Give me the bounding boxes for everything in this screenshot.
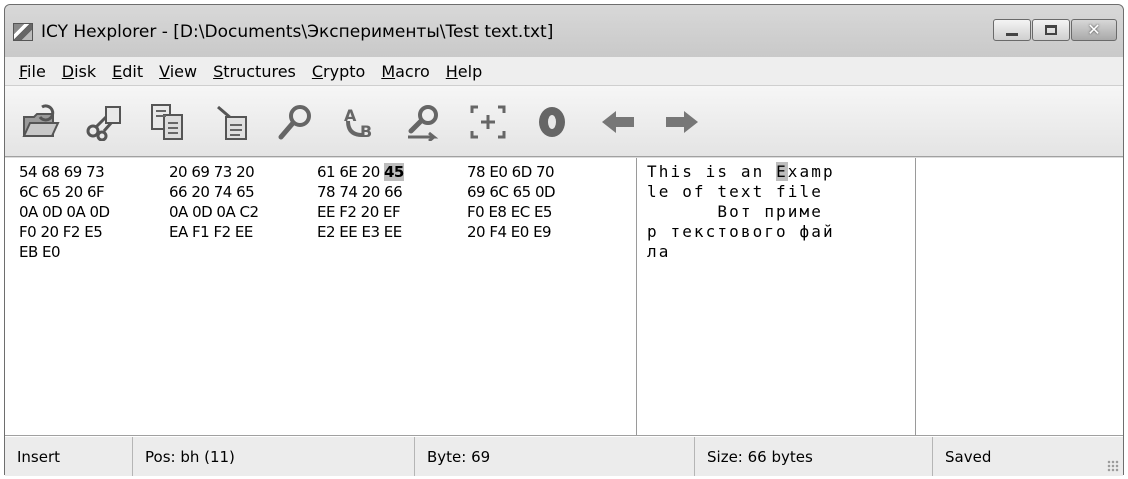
text-run: This is an (647, 162, 777, 181)
hex-group[interactable]: EB E0 (19, 242, 61, 262)
status-position: Pos: bh (11) (133, 437, 415, 476)
editor-area: 54 68 69 73 20 69 73 20 61 6E 20 45 78 E… (5, 158, 1123, 436)
menu-file-label: ile (27, 61, 46, 81)
replace-icon: A B (344, 106, 372, 141)
minimize-button[interactable] (993, 19, 1031, 41)
hex-group[interactable]: 0A 0D 0A C2 (169, 202, 259, 222)
cut-icon (86, 105, 122, 141)
menu-help-label: elp (457, 61, 483, 81)
menu-macro-label: acro (395, 61, 430, 81)
hex-group[interactable]: 66 20 74 65 (169, 182, 255, 202)
hex-selected-byte[interactable]: 45 (384, 163, 404, 181)
hex-group[interactable]: F0 E8 EC E5 (467, 202, 552, 222)
hex-group[interactable]: 78 E0 6D 70 (467, 162, 555, 182)
menu-disk-label: isk (74, 61, 97, 81)
hex-pane[interactable]: 54 68 69 73 20 69 73 20 61 6E 20 45 78 E… (5, 158, 636, 435)
hex-group[interactable]: 0A 0D 0A 0D (19, 202, 110, 222)
menu-crypto[interactable]: Crypto (312, 62, 365, 81)
back-button[interactable] (597, 102, 639, 142)
text-run: xamp (787, 162, 835, 181)
minimize-icon (1006, 32, 1018, 36)
find-next-button[interactable] (403, 102, 445, 142)
hex-group[interactable]: 61 6E 20 45 (317, 162, 404, 182)
hex-group[interactable]: EE F2 20 EF (317, 202, 401, 222)
copy-button[interactable] (147, 102, 189, 142)
status-saved: Saved (945, 447, 992, 466)
menu-edit[interactable]: Edit (112, 62, 143, 81)
close-button[interactable]: ✕ (1071, 19, 1117, 41)
hex-group[interactable]: F0 20 F2 E5 (19, 222, 103, 242)
hex-group[interactable]: E2 EE E3 EE (317, 222, 402, 242)
maximize-button[interactable] (1032, 19, 1070, 41)
status-size: Size: 66 bytes (695, 437, 933, 476)
replace-button[interactable]: A B (339, 102, 381, 142)
resize-grip-icon[interactable] (1107, 460, 1119, 472)
hex-group[interactable]: 54 68 69 73 (19, 162, 105, 182)
hex-group[interactable]: EA F1 F2 EE (169, 222, 253, 242)
toolbar: A B (5, 85, 1123, 157)
goto-offset-icon (470, 105, 506, 139)
menu-view[interactable]: View (159, 62, 197, 81)
menu-disk[interactable]: Disk (62, 62, 96, 81)
text-row: This is an Examp (647, 162, 835, 182)
text-row: le of text file (647, 182, 823, 201)
menu-edit-accel: E (112, 61, 123, 81)
menu-structures-accel: S (213, 61, 224, 81)
menu-structures[interactable]: Structures (213, 62, 296, 81)
hex-group[interactable]: 20 F4 E0 E9 (467, 222, 552, 242)
menu-crypto-accel: C (311, 61, 324, 81)
record-button[interactable] (531, 102, 573, 142)
menu-help-accel: H (445, 61, 458, 81)
back-arrow-icon (602, 111, 634, 133)
hex-group[interactable]: 6C 65 20 6F (19, 182, 105, 202)
menu-crypto-label: rypto (323, 61, 366, 81)
close-icon: ✕ (1087, 20, 1101, 39)
open-folder-icon (22, 104, 60, 137)
copy-icon (151, 104, 183, 140)
status-bar: Insert Pos: bh (11) Byte: 69 Size: 66 by… (5, 436, 1123, 476)
goto-offset-button[interactable] (467, 102, 509, 142)
status-mode: Insert (5, 437, 133, 476)
hex-group[interactable]: 69 6C 65 0D (467, 182, 556, 202)
forward-button[interactable] (661, 102, 703, 142)
menu-view-accel: V (159, 61, 170, 81)
menu-edit-label: dit (122, 61, 144, 81)
maximize-icon (1045, 25, 1057, 35)
forward-arrow-icon (666, 111, 698, 133)
hex-bytes: 61 6E 20 (317, 163, 384, 181)
menu-bar: File Disk Edit View Structures Crypto Ma… (5, 57, 1123, 85)
cut-button[interactable] (83, 102, 125, 142)
text-pane[interactable]: This is an Examp le of text file Вот при… (636, 158, 916, 435)
paste-icon (217, 105, 247, 140)
find-icon (278, 105, 311, 140)
record-icon (539, 107, 565, 137)
find-next-icon (408, 105, 439, 141)
text-row: Вот приме (647, 202, 823, 221)
menu-macro-accel: M (381, 61, 396, 81)
hex-group[interactable]: 20 69 73 20 (169, 162, 255, 182)
app-window: ICY Hexplorer - [D:\Documents\Эксперимен… (4, 4, 1124, 476)
menu-file[interactable]: File (19, 62, 46, 81)
menu-help[interactable]: Help (446, 62, 482, 81)
svg-text:B: B (360, 122, 372, 141)
menu-view-label: iew (169, 61, 198, 81)
text-row: ла (647, 242, 671, 261)
title-bar[interactable]: ICY Hexplorer - [D:\Documents\Эксперимен… (5, 5, 1123, 57)
text-row: р текстового фай (647, 222, 835, 241)
app-icon[interactable] (13, 23, 33, 41)
menu-file-accel: F (19, 61, 28, 81)
text-selected-char[interactable]: E (776, 162, 788, 181)
hex-group[interactable]: 78 74 20 66 (317, 182, 403, 202)
status-byte: Byte: 69 (415, 437, 695, 476)
open-button[interactable] (19, 102, 61, 142)
window-title: ICY Hexplorer - [D:\Documents\Эксперимен… (41, 22, 554, 42)
menu-structures-label: tructures (223, 61, 296, 81)
menu-macro[interactable]: Macro (381, 62, 429, 81)
window-controls: ✕ (993, 19, 1117, 41)
menu-disk-accel: D (61, 61, 75, 81)
paste-button[interactable] (211, 102, 253, 142)
svg-text:A: A (344, 106, 357, 125)
find-button[interactable] (275, 102, 317, 142)
